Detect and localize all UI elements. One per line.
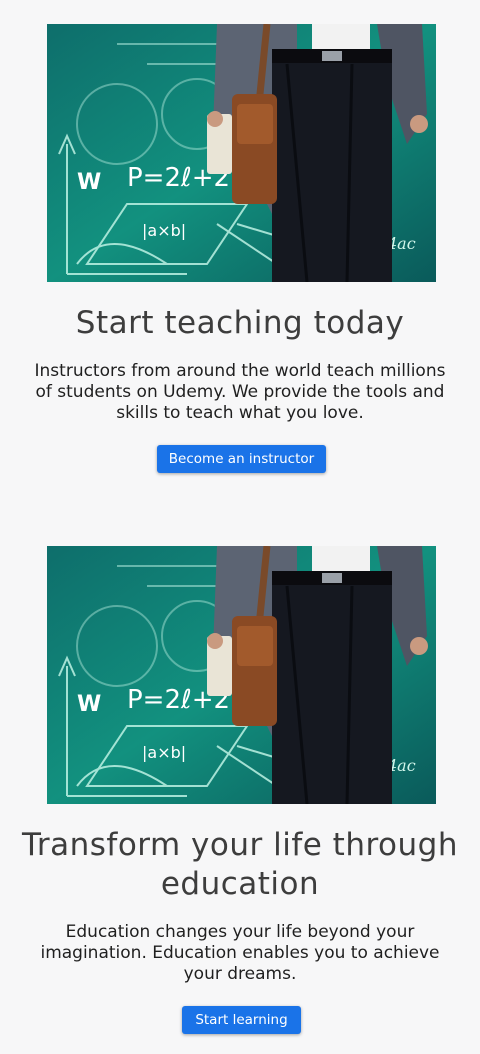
start-learning-button[interactable]: Start learning	[182, 1006, 301, 1034]
teacher-chalkboard-image: W P=2ℓ+2 |a×b| 4ac ± V	[47, 546, 436, 804]
teacher-chalkboard-image: W P=2ℓ+2 |a×b| 4ac ± V	[47, 24, 436, 282]
section-description: Education changes your life beyond your …	[40, 922, 440, 984]
hero-image-teacher: W P=2ℓ+2 |a×b| 4ac ± V	[47, 24, 436, 282]
section-title: Transform your life through education	[22, 827, 458, 902]
section-title: Start teaching today	[75, 305, 405, 341]
become-instructor-button[interactable]: Become an instructor	[157, 445, 326, 473]
svg-text:|a×b|: |a×b|	[142, 743, 186, 762]
section-description: Instructors from around the world teach …	[34, 361, 446, 423]
svg-text:|a×b|: |a×b|	[142, 221, 186, 240]
svg-text:W: W	[77, 170, 101, 195]
hero-image-learn: W P=2ℓ+2 |a×b| 4ac ± V	[47, 546, 436, 804]
svg-text:W: W	[77, 692, 101, 717]
